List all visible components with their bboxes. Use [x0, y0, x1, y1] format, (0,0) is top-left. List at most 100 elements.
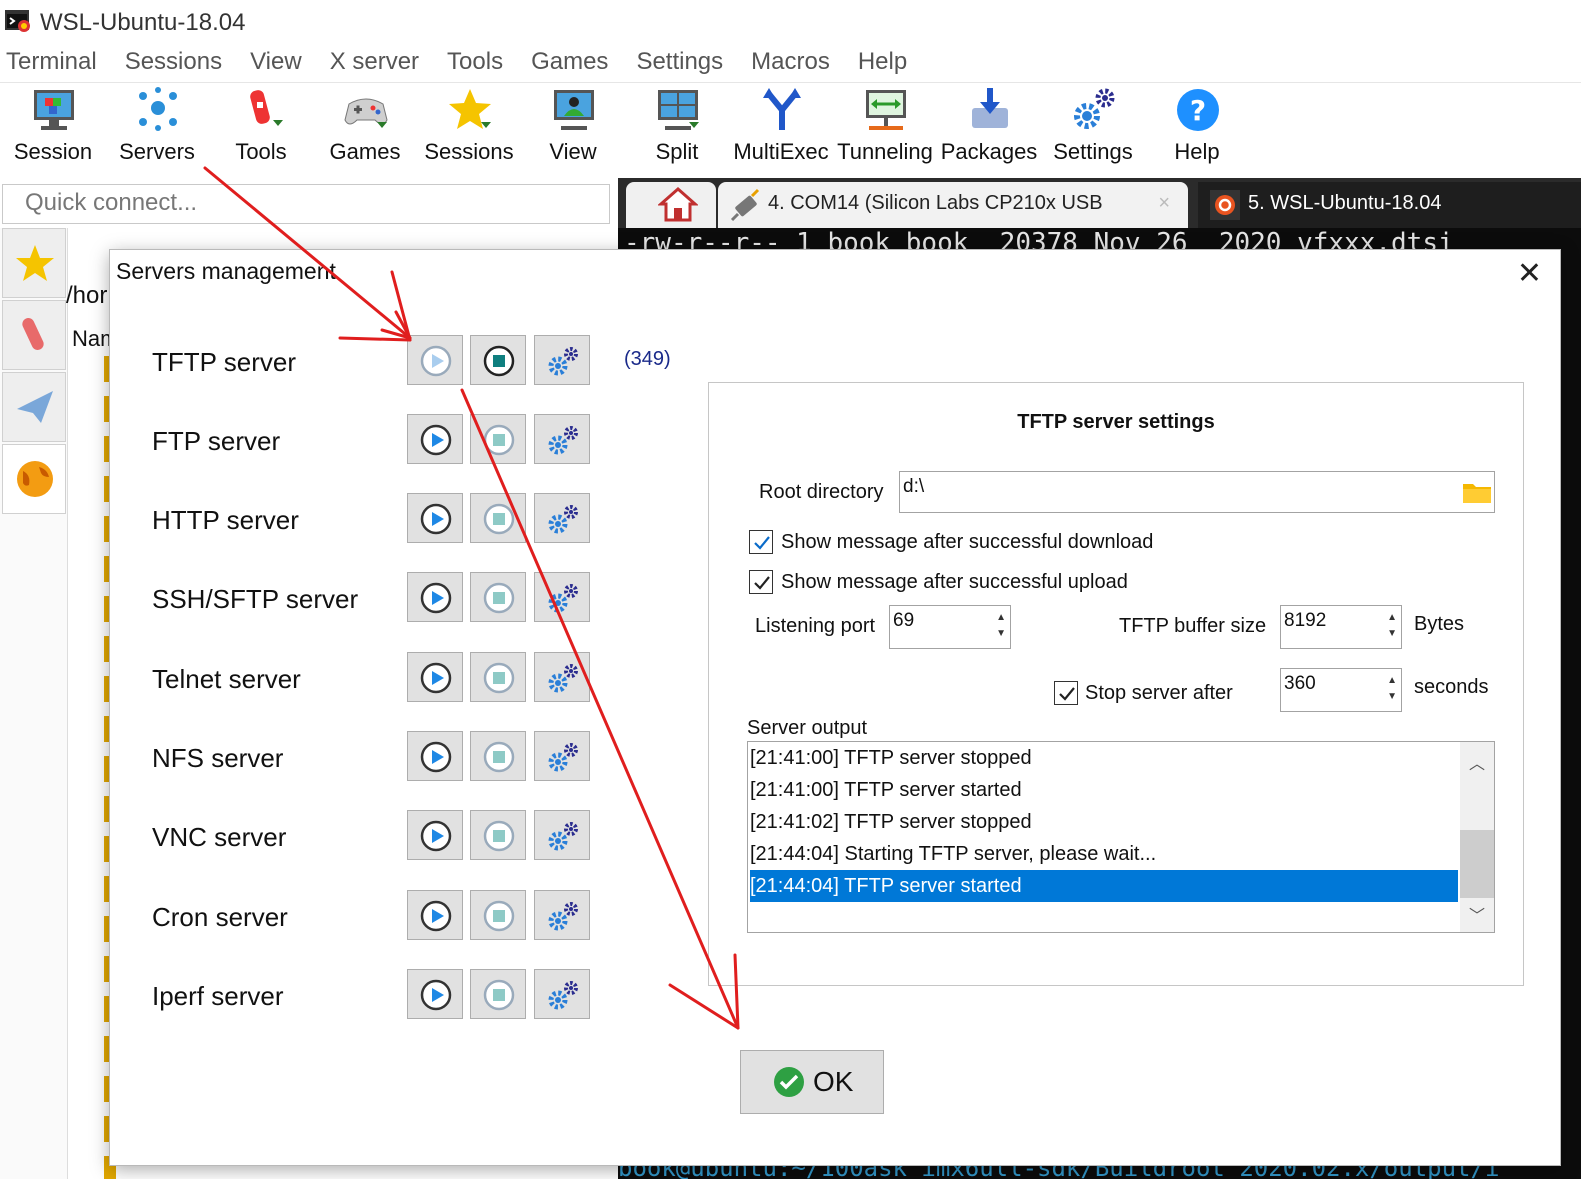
settings-button-telnet-server[interactable] — [534, 652, 590, 702]
dialog-close-button[interactable]: ✕ — [1517, 256, 1542, 291]
menu-x-server[interactable]: X server — [324, 46, 433, 82]
settings-button-tftp-server[interactable] — [534, 335, 590, 385]
root-directory-input[interactable]: d:\ — [899, 471, 1495, 513]
settings-button-http-server[interactable] — [534, 493, 590, 543]
stop-button-ftp-server[interactable] — [470, 414, 526, 464]
stop-spinner[interactable]: ▲ ▼ — [1387, 673, 1397, 705]
stop-button-iperf-server[interactable] — [470, 969, 526, 1019]
multiexec-button[interactable]: MultiExec — [729, 86, 833, 172]
paper-plane-icon — [17, 391, 53, 423]
start-button-cron-server[interactable] — [407, 890, 463, 940]
listening-port-value: 69 — [893, 610, 915, 631]
quick-connect-input[interactable]: Quick connect... — [2, 184, 610, 224]
scroll-down-icon[interactable]: ﹀ — [1460, 902, 1494, 926]
split-button[interactable]: Split — [625, 86, 729, 172]
scroll-thumb[interactable] — [1460, 830, 1494, 898]
port-spinner[interactable]: ▲ ▼ — [996, 610, 1006, 642]
start-button-http-server[interactable] — [407, 493, 463, 543]
start-button-iperf-server[interactable] — [407, 969, 463, 1019]
stop-button-telnet-server[interactable] — [470, 652, 526, 702]
folder-browse-icon[interactable] — [1462, 480, 1492, 504]
view-button[interactable]: View — [521, 86, 625, 172]
sidebar-tab-tools[interactable] — [2, 300, 66, 370]
buffer-size-label: TFTP buffer size — [1119, 615, 1267, 637]
scroll-up-icon[interactable]: ︿ — [1460, 750, 1494, 774]
server-row: Cron server — [110, 890, 710, 946]
tftp-settings-group: TFTP server settings Root directory d:\ … — [708, 382, 1524, 986]
servers-network-icon — [139, 87, 177, 131]
settings-button[interactable]: Settings — [1041, 86, 1145, 172]
menu-tools[interactable]: Tools — [441, 46, 517, 82]
stop-button-nfs-server[interactable] — [470, 731, 526, 781]
menu-help[interactable]: Help — [852, 46, 921, 82]
stop-seconds-value: 360 — [1284, 673, 1316, 694]
settings-button-ssh-sftp-server[interactable] — [534, 572, 590, 622]
packages-button[interactable]: Packages — [937, 86, 1041, 172]
session-tab-bar: 4. COM14 (Silicon Labs CP210x USB × 5. W… — [618, 178, 1581, 228]
tab-com14[interactable]: 4. COM14 (Silicon Labs CP210x USB × — [718, 182, 1188, 228]
split-window-icon — [658, 90, 699, 130]
browser-path[interactable]: /hor — [66, 282, 107, 310]
star-icon — [449, 89, 491, 129]
servers-button[interactable]: Servers — [105, 86, 209, 172]
stop-server-checkbox[interactable] — [1054, 681, 1078, 705]
menu-terminal[interactable]: Terminal — [0, 46, 111, 82]
menu-games[interactable]: Games — [525, 46, 622, 82]
settings-button-iperf-server[interactable] — [534, 969, 590, 1019]
menu-macros[interactable]: Macros — [745, 46, 844, 82]
buffer-spinner[interactable]: ▲ ▼ — [1387, 610, 1397, 642]
stop-button-tftp-server[interactable] — [470, 335, 526, 385]
ok-button[interactable]: OK — [740, 1050, 884, 1114]
tools-button[interactable]: Tools — [209, 86, 313, 172]
start-button-ssh-sftp-server[interactable] — [407, 572, 463, 622]
stop-icon — [483, 900, 515, 932]
output-scrollbar[interactable]: ︿ ﹀ — [1460, 742, 1494, 932]
menu-view[interactable]: View — [244, 46, 316, 82]
sessions-button[interactable]: Sessions — [417, 86, 521, 172]
stop-icon — [483, 424, 515, 456]
listening-port-input[interactable]: 69 ▲ ▼ — [889, 605, 1011, 649]
buffer-size-input[interactable]: 8192 ▲ ▼ — [1280, 605, 1402, 649]
stop-seconds-input[interactable]: 360 ▲ ▼ — [1280, 668, 1402, 712]
server-label-ssh-sftp-server: SSH/SFTP server — [152, 584, 359, 614]
sidebar-tab-sftp[interactable] — [2, 444, 66, 514]
settings-button-nfs-server[interactable] — [534, 731, 590, 781]
stop-button-http-server[interactable] — [470, 493, 526, 543]
start-button-nfs-server[interactable] — [407, 731, 463, 781]
settings-button-vnc-server[interactable] — [534, 810, 590, 860]
output-line[interactable]: [21:41:02] TFTP server stopped — [750, 806, 1458, 838]
check-circle-icon — [774, 1067, 804, 1097]
output-line-selected[interactable]: [21:44:04] TFTP server started — [750, 870, 1458, 902]
games-button[interactable]: Games — [313, 86, 417, 172]
stop-button-ssh-sftp-server[interactable] — [470, 572, 526, 622]
settings-button-cron-server[interactable] — [534, 890, 590, 940]
tunneling-button[interactable]: Tunneling — [833, 86, 937, 172]
show-upload-checkbox[interactable] — [749, 570, 773, 594]
tab-home[interactable] — [626, 182, 716, 228]
start-button-tftp-server[interactable] — [407, 335, 463, 385]
stop-icon — [483, 741, 515, 773]
output-line[interactable]: [21:41:00] TFTP server stopped — [750, 742, 1458, 774]
start-button-telnet-server[interactable] — [407, 652, 463, 702]
output-line[interactable]: [21:44:04] Starting TFTP server, please … — [750, 838, 1458, 870]
start-button-ftp-server[interactable] — [407, 414, 463, 464]
start-button-vnc-server[interactable] — [407, 810, 463, 860]
sidebar-tab-macros[interactable] — [2, 372, 66, 442]
output-line[interactable]: [21:41:00] TFTP server started — [750, 774, 1458, 806]
show-download-checkbox[interactable] — [749, 530, 773, 554]
menu-sessions[interactable]: Sessions — [119, 46, 236, 82]
stop-button-cron-server[interactable] — [470, 890, 526, 940]
stop-button-vnc-server[interactable] — [470, 810, 526, 860]
help-button[interactable]: ? Help — [1145, 86, 1249, 172]
sidebar-tab-sessions[interactable] — [2, 228, 66, 298]
menu-settings[interactable]: Settings — [630, 46, 737, 82]
server-output-list[interactable]: [21:41:00] TFTP server stopped [21:41:00… — [747, 741, 1495, 933]
server-output-label: Server output — [747, 717, 868, 739]
packages-download-icon — [972, 88, 1008, 128]
settings-button-ftp-server[interactable] — [534, 414, 590, 464]
stop-icon — [483, 820, 515, 852]
serial-plug-icon — [730, 188, 760, 222]
tab-wsl-ubuntu[interactable]: 5. WSL-Ubuntu-18.04 — [1198, 182, 1581, 228]
tab-close-icon[interactable]: × — [1158, 192, 1170, 215]
session-button[interactable]: Session — [1, 86, 105, 172]
